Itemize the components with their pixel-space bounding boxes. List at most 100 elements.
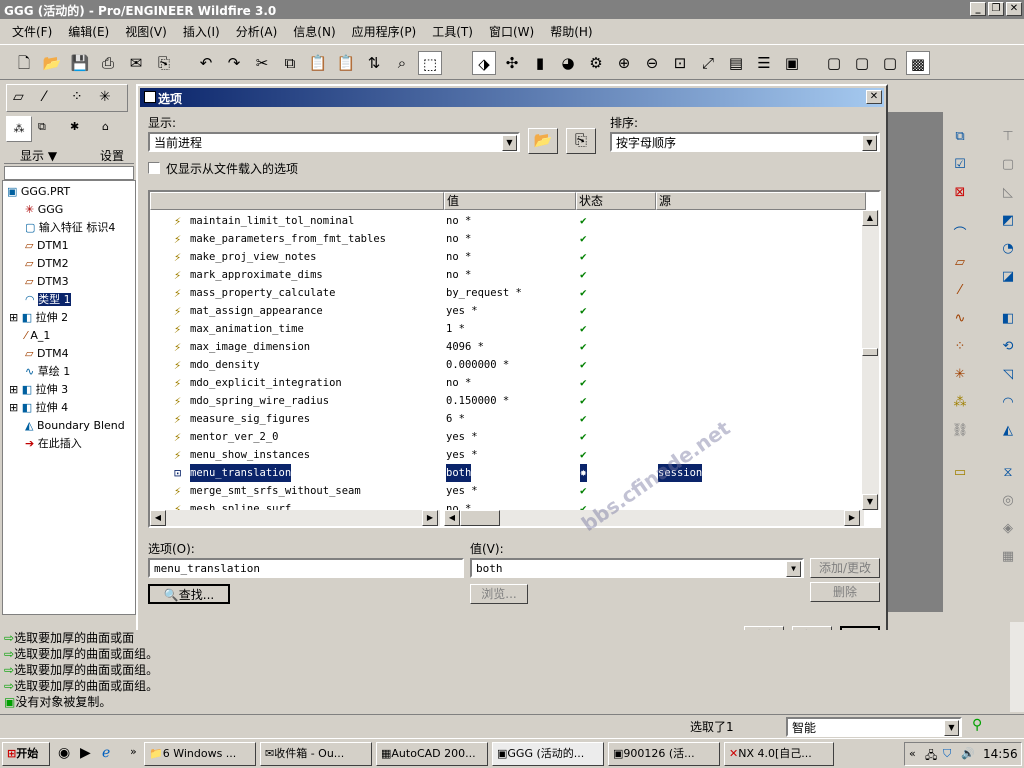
task-autocad[interactable]: ▦AutoCAD 200... bbox=[376, 742, 488, 766]
start-button[interactable]: ⊞开始 bbox=[2, 742, 50, 766]
open-config-button[interactable]: 📂 bbox=[528, 128, 558, 154]
task-proe[interactable]: ▣GGG (活动的... bbox=[492, 742, 604, 766]
tree-item-dtm4[interactable]: ▱ DTM4 bbox=[3, 345, 135, 363]
shading-icon[interactable]: ▩ bbox=[906, 51, 930, 75]
menu-applications[interactable]: 应用程序(P) bbox=[344, 21, 425, 42]
tree-item-extrude3[interactable]: ⊞ ◧ 拉伸 3 bbox=[3, 381, 135, 399]
value-dropdown[interactable]: both ▼ bbox=[470, 558, 804, 578]
datum-point-icon[interactable]: ⁘ bbox=[949, 336, 971, 358]
connections-tab-icon[interactable]: ⌂ bbox=[102, 120, 109, 133]
menu-tools[interactable]: 工具(T) bbox=[424, 21, 481, 42]
table-row[interactable]: ⚡ mdo_density 0.000000 * ✔ bbox=[150, 356, 864, 374]
scroll-left-icon[interactable]: ◀ bbox=[150, 510, 166, 526]
spin-center-icon[interactable]: ✣ bbox=[500, 51, 524, 75]
extrude-tool-icon[interactable]: ◧ bbox=[997, 308, 1019, 330]
tree-item-import[interactable]: ▢ 输入特征 标识4 bbox=[3, 219, 135, 237]
datum-axis-tool-icon[interactable]: ⁄ bbox=[949, 280, 971, 302]
vertical-scrollbar[interactable]: ▲ ▼ bbox=[862, 210, 879, 510]
taskbar-more-icon[interactable]: » bbox=[130, 745, 137, 758]
antivirus-icon[interactable]: ⛉ bbox=[943, 747, 951, 761]
tree-item-boundary-blend[interactable]: ◭ Boundary Blend bbox=[3, 417, 135, 435]
copy-icon[interactable]: ⧉ bbox=[278, 51, 302, 75]
boundary-blend-tool-icon[interactable]: ◭ bbox=[997, 420, 1019, 442]
option-input[interactable]: menu_translation bbox=[148, 558, 464, 578]
scroll-thumb[interactable] bbox=[862, 348, 878, 356]
favorites-tab-icon[interactable]: ✱ bbox=[70, 120, 79, 133]
color-bars-icon[interactable]: ▮ bbox=[528, 51, 552, 75]
scroll-down-icon[interactable]: ▼ bbox=[862, 494, 878, 510]
chain-icon[interactable]: ⛓ bbox=[949, 420, 971, 442]
menu-analysis[interactable]: 分析(A) bbox=[228, 21, 286, 42]
note-icon[interactable]: ▭ bbox=[949, 462, 971, 484]
tree-item-insert-here[interactable]: ➔ 在此插入 bbox=[3, 435, 135, 453]
undo-icon[interactable]: ↶ bbox=[194, 51, 218, 75]
table-row[interactable]: ⚡ mentor_ver_2_0 yes * ✔ bbox=[150, 428, 864, 446]
paste-icon[interactable]: 📋 bbox=[306, 51, 330, 75]
menu-help[interactable]: 帮助(H) bbox=[542, 21, 600, 42]
dialog-close-x-button[interactable]: ✕ bbox=[866, 90, 882, 104]
tree-item-sketch1[interactable]: ∿ 草绘 1 bbox=[3, 363, 135, 381]
table-row[interactable]: ⚡ mdo_explicit_integration no * ✔ bbox=[150, 374, 864, 392]
table-row[interactable]: ⚡ mass_property_calculate by_request * ✔ bbox=[150, 284, 864, 302]
model-display-icon[interactable]: ⚙ bbox=[584, 51, 608, 75]
shell-icon[interactable]: ▢ bbox=[997, 154, 1019, 176]
status-column-header[interactable]: 状态 bbox=[576, 192, 656, 210]
table-row[interactable]: ⚡ make_proj_view_notes no * ✔ bbox=[150, 248, 864, 266]
print-icon[interactable]: ⎙ bbox=[96, 51, 120, 75]
scroll-right-icon[interactable]: ▶ bbox=[844, 510, 860, 526]
traffic-light-icon[interactable]: ⚲ bbox=[972, 717, 982, 733]
message-scrollbar[interactable] bbox=[1010, 622, 1024, 712]
check-icon[interactable]: ☑ bbox=[949, 154, 971, 176]
tree-item-a1[interactable]: ⁄ A_1 bbox=[3, 327, 135, 345]
point-display-icon[interactable]: ⁘ bbox=[71, 89, 83, 105]
send-icon[interactable]: ⎘ bbox=[152, 51, 176, 75]
table-row[interactable]: ⚡ measure_sig_figures 6 * ✔ bbox=[150, 410, 864, 428]
merge-icon[interactable]: ◎ bbox=[997, 490, 1019, 512]
wireframe-icon[interactable]: ▢ bbox=[822, 51, 846, 75]
quicklaunch-icon[interactable]: ◉ bbox=[58, 745, 70, 761]
draft-icon[interactable]: ◩ bbox=[997, 210, 1019, 232]
volume-icon[interactable]: 🔊 bbox=[961, 747, 975, 760]
saved-views-icon[interactable]: ▤ bbox=[724, 51, 748, 75]
tree-item-csys[interactable]: ✳ GGG bbox=[3, 201, 135, 219]
datum-plane-tool-icon[interactable]: ▱ bbox=[949, 252, 971, 274]
table-row[interactable]: ⚡ menu_show_instances yes * ✔ bbox=[150, 446, 864, 464]
csys-tool-icon[interactable]: ✳ bbox=[949, 364, 971, 386]
expand-icon[interactable]: ⊞ bbox=[9, 401, 18, 414]
tree-item-dtm1[interactable]: ▱ DTM1 bbox=[3, 237, 135, 255]
refit-icon[interactable]: ⊡ bbox=[668, 51, 692, 75]
cut-icon[interactable]: ✂ bbox=[250, 51, 274, 75]
menu-view[interactable]: 视图(V) bbox=[117, 21, 175, 42]
file-options-checkbox[interactable] bbox=[148, 162, 160, 174]
network-icon[interactable]: 🖧 bbox=[925, 747, 937, 766]
hole-icon[interactable]: ⊤ bbox=[997, 126, 1019, 148]
show-menu[interactable]: 显示 ▼ bbox=[20, 147, 57, 164]
minimize-button[interactable]: _ bbox=[970, 2, 986, 16]
tree-item-dtm2[interactable]: ▱ DTM2 bbox=[3, 255, 135, 273]
chamfer-icon[interactable]: ◪ bbox=[997, 266, 1019, 288]
task-outlook[interactable]: ✉收件箱 - Ou... bbox=[260, 742, 372, 766]
table-row[interactable]: ⚡ make_parameters_from_fmt_tables no * ✔ bbox=[150, 230, 864, 248]
sketch-curve-icon[interactable]: ∿ bbox=[949, 308, 971, 330]
new-file-icon[interactable]: 🗋 bbox=[12, 51, 36, 75]
show-dropdown[interactable]: 当前进程 ▼ bbox=[148, 132, 520, 152]
view-windows-icon[interactable]: ⧉ bbox=[949, 126, 971, 148]
tree-item-dtm3[interactable]: ▱ DTM3 bbox=[3, 273, 135, 291]
filter-dropdown[interactable]: 智能 ▼ bbox=[786, 717, 962, 737]
name-column-header[interactable] bbox=[150, 192, 444, 210]
menu-file[interactable]: 文件(F) bbox=[4, 21, 60, 42]
find-icon[interactable]: ⌕ bbox=[390, 51, 414, 75]
expand-icon[interactable]: ⊞ bbox=[9, 383, 18, 396]
model-tree-tab-icon[interactable]: ⁂ bbox=[6, 116, 32, 142]
csys-display-icon[interactable]: ✳ bbox=[99, 89, 111, 105]
selection-box-icon[interactable]: ⬚ bbox=[418, 51, 442, 75]
pattern-icon[interactable]: ▦ bbox=[997, 546, 1019, 568]
layers-icon[interactable]: ☰ bbox=[752, 51, 776, 75]
cancel-x-icon[interactable]: ⊠ bbox=[949, 182, 971, 204]
menu-window[interactable]: 窗口(W) bbox=[481, 21, 542, 42]
add-change-button[interactable]: 添加/更改 bbox=[810, 558, 880, 578]
save-config-button[interactable]: ⎘ bbox=[566, 128, 596, 154]
open-folder-icon[interactable]: 📂 bbox=[40, 51, 64, 75]
mirror-icon[interactable]: ⧖ bbox=[997, 462, 1019, 484]
table-row[interactable]: ⚡ mat_assign_appearance yes * ✔ bbox=[150, 302, 864, 320]
